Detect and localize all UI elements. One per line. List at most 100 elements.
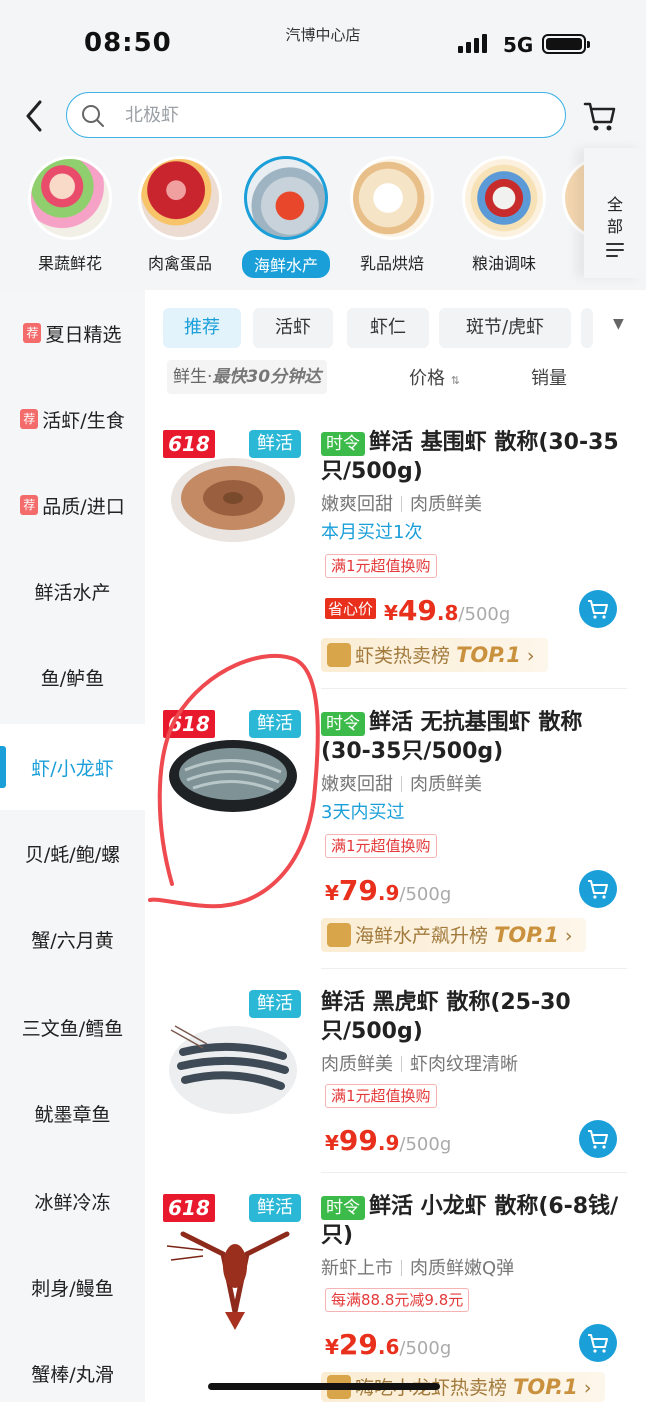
annotation-circle <box>148 653 320 909</box>
badge-618: 618 <box>163 430 215 458</box>
fruit-veg-image <box>28 156 112 240</box>
sidebar-item-label: 鱼/鲈鱼 <box>40 667 105 690</box>
sidebar-item-summer[interactable]: 荐夏日精选 <box>0 290 145 376</box>
sidebar-item-label: 刺身/鳗鱼 <box>31 1277 114 1300</box>
sidebar-item-fish[interactable]: 鱼/鲈鱼 <box>0 634 145 720</box>
cart-icon <box>583 102 616 131</box>
price-label: 省心价 <box>325 598 377 619</box>
promo-tag: 满1元超值换购 <box>325 554 437 578</box>
ranking-badge[interactable]: 海鲜水产飙升榜 TOP.1 › <box>321 918 587 952</box>
product-image[interactable]: 鲜活 <box>163 990 303 1130</box>
expand-tabs-button[interactable]: ▼ <box>613 316 624 332</box>
chevron-left-icon <box>26 100 42 132</box>
ranking-badge[interactable]: 虾类热卖榜 TOP.1 › <box>321 638 549 672</box>
category-fruits-veg[interactable]: 果蔬鲜花 <box>22 156 118 274</box>
product-card[interactable]: 618 鲜活 时令 鲜活 小龙虾 散称(6-8钱/只) 新虾上市 肉质鲜嫩Q弹 每满… <box>145 1194 646 1402</box>
product-attributes: 新虾上市 肉质鲜嫩Q弹 <box>321 1254 514 1280</box>
search-box[interactable] <box>66 92 566 138</box>
category-label: 果蔬鲜花 <box>37 254 102 273</box>
price-unit: /500g <box>458 604 511 625</box>
battery-icon <box>542 34 590 54</box>
search-input[interactable] <box>125 101 525 129</box>
tab-more-partial[interactable] <box>581 308 593 348</box>
sidebar-item-label: 冰鲜冷冻 <box>34 1191 111 1214</box>
category-label: 乳品烘焙 <box>359 254 424 273</box>
category-label: 粮油调味 <box>471 254 536 273</box>
sidebar-item-imported[interactable]: 荐品质/进口 <box>0 462 145 548</box>
sidebar-item-salmon[interactable]: 三文鱼/鳕鱼 <box>0 984 145 1070</box>
promo-tag: 满1元超值换购 <box>325 834 437 858</box>
tab-tiger-prawn[interactable]: 斑节/虎虾 <box>439 308 571 348</box>
sort-price-button[interactable]: 价格 ⇅ <box>409 364 460 390</box>
cart-icon <box>588 880 608 899</box>
product-title-text: 鲜活 小龙虾 散称(6-8钱/只) <box>321 1194 619 1248</box>
product-title[interactable]: 鲜活 黑虎虾 散称(25-30只/500g) <box>321 988 621 1046</box>
price-unit: /500g <box>399 1338 452 1359</box>
sidebar-item-crab[interactable]: 蟹/六月黄 <box>0 896 145 982</box>
add-to-cart-button[interactable] <box>579 1120 617 1158</box>
product-attributes: 嫩爽回甜 肉质鲜美 <box>321 490 482 516</box>
season-badge: 时令 <box>321 712 365 736</box>
rank-top: TOP.1 <box>513 1375 578 1399</box>
price-dec: .8 <box>436 601 459 625</box>
status-bar: 08:50 汽博中心店 5G <box>0 0 646 88</box>
delivery-prefix: 鲜生· <box>173 367 213 387</box>
sidebar-item-shrimp[interactable]: 虾/小龙虾 <box>0 724 145 810</box>
sidebar-item-live-aquatic[interactable]: 鲜活水产 <box>0 548 145 634</box>
add-to-cart-button[interactable] <box>579 590 617 628</box>
grain-oil-image <box>462 156 546 240</box>
all-categories-button[interactable]: 全 部 <box>584 148 646 278</box>
attr: 肉质鲜美 <box>410 774 482 795</box>
product-card[interactable]: 鲜活 鲜活 黑虎虾 散称(25-30只/500g) 肉质鲜美 虾肉纹理清晰 满1元… <box>145 990 646 1174</box>
badge-fresh: 鲜活 <box>249 990 301 1018</box>
sidebar-item-label: 虾/小龙虾 <box>31 757 114 780</box>
purchase-history: 3天内买过 <box>321 802 405 823</box>
product-image[interactable]: 618 鲜活 <box>163 1194 303 1334</box>
sidebar-item-crab-stick[interactable]: 蟹棒/丸滑 <box>0 1330 145 1416</box>
category-label: 海鲜水产 <box>241 250 330 278</box>
badge-fresh: 鲜活 <box>249 430 301 458</box>
sidebar-item-label: 贝/蚝/鲍/螺 <box>24 843 121 866</box>
season-badge: 时令 <box>321 1196 365 1220</box>
currency: ¥ <box>325 1131 339 1155</box>
sort-bar: 鲜生·最快30分钟达 价格 ⇅ 销量 <box>163 358 633 398</box>
category-grain-oil[interactable]: 粮油调味 <box>456 156 552 274</box>
divider <box>321 968 627 969</box>
sidebar-item-sashimi[interactable]: 刺身/鳗鱼 <box>0 1244 145 1330</box>
product-title[interactable]: 时令 鲜活 基围虾 散称(30-35只/500g) <box>321 428 621 486</box>
product-title[interactable]: 时令 鲜活 无抗基围虾 散称(30-35只/500g) <box>321 708 621 766</box>
currency: ¥ <box>325 881 339 905</box>
cart-icon <box>588 1130 608 1149</box>
category-meat-eggs[interactable]: 肉禽蛋品 <box>132 156 228 274</box>
sidebar-item-label: 夏日精选 <box>45 323 122 346</box>
sidebar-item-squid[interactable]: 鱿墨章鱼 <box>0 1070 145 1156</box>
sort-arrows-icon: ⇅ <box>450 374 460 387</box>
add-to-cart-button[interactable] <box>579 1324 617 1362</box>
sidebar-item-shellfish[interactable]: 贝/蚝/鲍/螺 <box>0 810 145 896</box>
menu-icon <box>606 243 624 257</box>
category-dairy-bakery[interactable]: 乳品烘焙 <box>344 156 440 274</box>
price-dec: .9 <box>377 1131 400 1155</box>
tab-recommend[interactable]: 推荐 <box>163 308 241 348</box>
all-categories-label-1: 全 <box>606 195 623 214</box>
add-to-cart-button[interactable] <box>579 870 617 908</box>
recommend-tag: 荐 <box>20 409 39 429</box>
rank-text: 海鲜水产飙升榜 <box>355 925 489 947</box>
product-title[interactable]: 时令 鲜活 小龙虾 散称(6-8钱/只) <box>321 1192 621 1250</box>
sidebar-item-live-shrimp[interactable]: 荐活虾/生食 <box>0 376 145 462</box>
product-image[interactable]: 618 鲜活 <box>163 430 303 570</box>
tab-shrimp-meat[interactable]: 虾仁 <box>347 308 429 348</box>
sort-price-label: 价格 <box>409 368 445 389</box>
rank-text: 虾类热卖榜 <box>355 645 451 667</box>
cart-button[interactable] <box>582 98 618 138</box>
sidebar-item-frozen[interactable]: 冰鲜冷冻 <box>0 1158 145 1244</box>
tab-live-shrimp[interactable]: 活虾 <box>253 308 333 348</box>
back-button[interactable] <box>20 96 50 136</box>
product-attributes: 肉质鲜美 虾肉纹理清晰 <box>321 1050 518 1076</box>
category-seafood[interactable]: 海鲜水产 <box>238 156 334 278</box>
cart-icon <box>588 600 608 619</box>
trophy-icon <box>327 643 351 667</box>
sort-sales-button[interactable]: 销量 <box>531 364 567 390</box>
seafood-image <box>244 156 328 240</box>
sidebar-item-label: 活虾/生食 <box>42 409 125 432</box>
